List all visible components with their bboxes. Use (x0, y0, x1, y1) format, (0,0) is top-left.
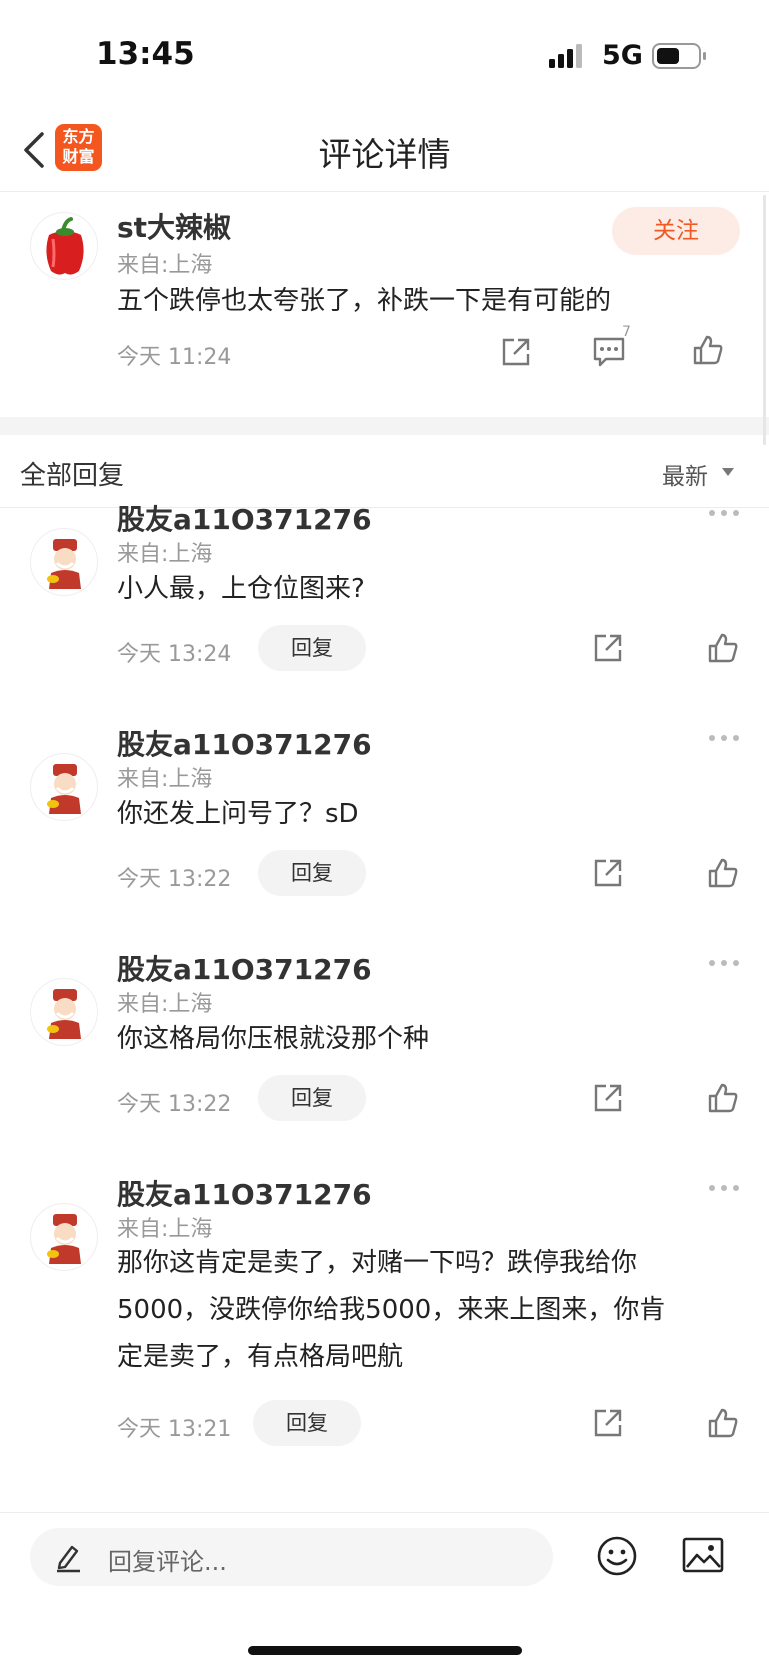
pencil-icon (57, 1545, 80, 1573)
reply-item: 股友a11O371276 来自:上海 小人最，上仓位图来? 今天 13:24 回… (0, 503, 769, 733)
sort-dropdown[interactable]: 最新 (662, 457, 708, 491)
reply-time: 今天 13:22 (117, 1092, 232, 1117)
image-icon[interactable] (682, 1537, 724, 1573)
like-icon[interactable] (707, 857, 739, 889)
reply-content-line: 那你这肯定是卖了，对赌一下吗？跌停我给你 (117, 1248, 638, 1278)
caishen-avatar-icon (47, 1214, 81, 1264)
avatar[interactable] (30, 528, 98, 596)
share-icon[interactable] (592, 1082, 624, 1114)
reply-item: 股友a11O371276 来自:上海 你这格局你压根就没那个种 今天 13:22… (0, 953, 769, 1183)
reply-item: 股友a11O371276 来自:上海 那你这肯定是卖了，对赌一下吗？跌停我给你 … (0, 1178, 769, 1508)
signal-icon (549, 44, 582, 68)
like-icon[interactable] (707, 632, 739, 664)
page-title: 评论详情 (318, 135, 451, 174)
reply-content: 小人最，上仓位图来? (117, 574, 365, 604)
comment-time: 今天 11:24 (117, 345, 232, 370)
dropdown-arrow-icon[interactable] (722, 468, 734, 476)
reply-time: 今天 13:24 (117, 642, 232, 667)
status-bar: 13:45 5G (0, 0, 769, 110)
location: 来自:上海 (117, 767, 213, 792)
reply-content-line: 5000，没跌停你给我5000，来来上图来，你肯 (117, 1295, 666, 1325)
home-indicator (248, 1646, 522, 1655)
reply-button[interactable]: 回复 (253, 1400, 361, 1446)
reply-time: 今天 13:22 (117, 867, 232, 892)
reply-time: 今天 13:21 (117, 1417, 232, 1442)
comment-content: 五个跌停也太夸张了，补跌一下是有可能的 (117, 286, 612, 316)
avatar[interactable] (30, 212, 98, 280)
location: 来自:上海 (117, 992, 213, 1017)
more-icon[interactable] (708, 733, 740, 743)
more-icon[interactable] (708, 508, 740, 518)
share-icon[interactable] (592, 1407, 624, 1439)
username[interactable]: 股友a11O371276 (117, 1173, 372, 1213)
main-comment: st大辣椒 来自:上海 关注 五个跌停也太夸张了，补跌一下是有可能的 今天 11… (0, 192, 769, 417)
scrollbar[interactable] (763, 195, 766, 445)
avatar[interactable] (30, 753, 98, 821)
nav-bar: 东方 财富 评论详情 (0, 110, 769, 192)
location: 来自:上海 (117, 542, 213, 567)
caishen-avatar-icon (47, 539, 81, 589)
more-icon[interactable] (708, 1183, 740, 1193)
reply-content: 你这格局你压根就没那个种 (117, 1024, 430, 1054)
emoji-icon[interactable] (596, 1535, 638, 1577)
pepper-avatar-icon (46, 217, 84, 275)
like-icon[interactable] (707, 1407, 739, 1439)
comment-count-badge: 7 (622, 324, 631, 340)
share-icon[interactable] (592, 857, 624, 889)
username[interactable]: 股友a11O371276 (117, 498, 372, 538)
username[interactable]: 股友a11O371276 (117, 948, 372, 988)
replies-header: 全部回复 最新 (0, 435, 769, 508)
battery-icon (652, 43, 706, 69)
username[interactable]: 股友a11O371276 (117, 723, 372, 763)
location: 来自:上海 (117, 1217, 213, 1242)
reply-content: 你还发上问号了？sD (117, 799, 359, 829)
share-icon[interactable] (592, 632, 624, 664)
follow-button[interactable]: 关注 (612, 207, 740, 255)
status-time: 13:45 (96, 36, 195, 72)
username[interactable]: st大辣椒 (117, 206, 231, 246)
share-icon[interactable] (500, 336, 532, 368)
reply-button[interactable]: 回复 (258, 850, 366, 896)
bottom-bar: 回复评论... (0, 1512, 769, 1665)
more-icon[interactable] (708, 958, 740, 968)
reply-input-placeholder: 回复评论... (108, 1548, 227, 1576)
reply-input[interactable]: 回复评论... (30, 1528, 553, 1586)
avatar[interactable] (30, 978, 98, 1046)
location: 来自:上海 (117, 253, 213, 278)
caishen-avatar-icon (47, 989, 81, 1039)
reply-content-line: 定是卖了，有点格局吧航 (117, 1342, 404, 1372)
comment-icon[interactable] (592, 336, 626, 368)
network-label: 5G (602, 40, 643, 71)
reply-button[interactable]: 回复 (258, 625, 366, 671)
like-icon[interactable] (692, 334, 724, 366)
section-divider (0, 417, 769, 435)
caishen-avatar-icon (47, 764, 81, 814)
avatar[interactable] (30, 1203, 98, 1271)
reply-button[interactable]: 回复 (258, 1075, 366, 1121)
reply-item: 股友a11O371276 来自:上海 你还发上问号了？sD 今天 13:22 回… (0, 728, 769, 958)
like-icon[interactable] (707, 1082, 739, 1114)
replies-title: 全部回复 (20, 461, 125, 491)
